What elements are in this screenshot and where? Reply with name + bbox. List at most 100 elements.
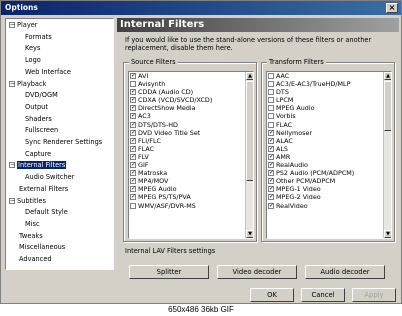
tree-item[interactable]: External Filters [19, 185, 68, 194]
filter-checkbox-item[interactable]: FLAC [267, 121, 391, 129]
tree-item[interactable]: − Playback [9, 80, 46, 89]
checkbox-checked-icon[interactable]: ✓ [268, 129, 274, 136]
tree-item[interactable]: Default Style [25, 208, 68, 217]
filter-checkbox-item[interactable]: ✓ MPEG PS/TS/PVA [129, 193, 253, 201]
checkbox-checked-icon[interactable]: ✓ [130, 121, 136, 128]
tree-item[interactable]: Keys [25, 44, 40, 53]
scroll-down-icon[interactable]: ▼ [384, 230, 391, 238]
checkbox-unchecked-icon[interactable] [130, 81, 136, 88]
filter-checkbox-item[interactable]: ✓ AMR [267, 153, 391, 161]
scroll-thumb[interactable] [384, 81, 391, 131]
collapse-icon[interactable]: − [9, 197, 15, 204]
filter-checkbox-item[interactable]: AAC [267, 72, 391, 80]
source-scrollbar[interactable]: ▲ ▼ [245, 72, 253, 238]
checkbox-unchecked-icon[interactable] [268, 81, 274, 88]
audio-decoder-button[interactable]: Audio decoder [305, 265, 385, 279]
checkbox-checked-icon[interactable]: ✓ [130, 73, 136, 79]
checkbox-unchecked-icon[interactable] [268, 105, 274, 112]
filter-checkbox-item[interactable]: ✓ GIF [129, 161, 253, 169]
filter-checkbox-item[interactable]: ✓ DirectShow Media [129, 104, 253, 112]
source-filters-list[interactable]: ✓ AVI Avisynth ✓ CDDA (Audio CD) ✓ CDXA (VCD/S… [128, 71, 254, 239]
filter-checkbox-item[interactable]: DTS [267, 88, 391, 96]
filter-checkbox-item[interactable]: ✓ Matroska [129, 169, 253, 177]
checkbox-checked-icon[interactable]: ✓ [268, 137, 274, 144]
tree-item[interactable]: Tweaks [19, 232, 43, 241]
collapse-icon[interactable]: − [9, 22, 15, 28]
checkbox-unchecked-icon[interactable] [130, 202, 136, 209]
checkbox-checked-icon[interactable]: ✓ [268, 153, 274, 160]
tree-item[interactable]: − Player [9, 21, 38, 30]
checkbox-unchecked-icon[interactable] [268, 121, 274, 128]
filter-checkbox-item[interactable]: Avisynth [129, 80, 253, 88]
filter-checkbox-item[interactable]: ✓ MP4/MOV [129, 177, 253, 185]
tree-item[interactable]: Shaders [25, 115, 52, 124]
checkbox-checked-icon[interactable]: ✓ [268, 145, 274, 152]
tree-item[interactable]: Web Interface [25, 68, 71, 77]
filter-checkbox-item[interactable]: ✓ RealAudio [267, 161, 391, 169]
filter-checkbox-item[interactable]: ✓ DVD Video Title Set [129, 129, 253, 137]
tree-item[interactable]: Misc [25, 220, 40, 229]
scroll-thumb[interactable] [246, 81, 253, 181]
filter-checkbox-item[interactable]: ✓ AVI [129, 72, 253, 80]
filter-checkbox-item[interactable]: ✓ ALAC [267, 137, 391, 145]
filter-checkbox-item[interactable]: LPCM [267, 96, 391, 104]
filter-checkbox-item[interactable]: ✓ MPEG-1 Video [267, 185, 391, 193]
checkbox-checked-icon[interactable]: ✓ [130, 89, 136, 96]
tree-item[interactable]: Logo [25, 56, 41, 65]
filter-checkbox-item[interactable]: ✓ RealVideo [267, 202, 391, 210]
transform-filters-list[interactable]: AAC AC3/E-AC3/TrueHD/MLP DTS LPCM MPEG Audio… [266, 71, 392, 239]
filter-checkbox-item[interactable]: ✓ CDDA (Audio CD) [129, 88, 253, 96]
checkbox-checked-icon[interactable]: ✓ [130, 153, 136, 160]
tree-item[interactable]: Capture [25, 150, 51, 159]
filter-checkbox-item[interactable]: ✓ FLI/FLC [129, 137, 253, 145]
checkbox-checked-icon[interactable]: ✓ [130, 105, 136, 112]
checkbox-checked-icon[interactable]: ✓ [130, 97, 136, 104]
collapse-icon[interactable]: − [9, 80, 15, 87]
tree-item[interactable]: Sync Renderer Settings [25, 138, 102, 147]
filter-checkbox-item[interactable]: MPEG Audio [267, 104, 391, 112]
filter-checkbox-item[interactable]: ✓ Other PCM/ADPCM [267, 177, 391, 185]
checkbox-checked-icon[interactable]: ✓ [268, 162, 274, 169]
filter-checkbox-item[interactable]: ✓ CDXA (VCD/SVCD/XCD) [129, 96, 253, 104]
options-tree[interactable]: − Player Formats Keys Logo Web Interface − Play… [5, 18, 114, 270]
scroll-up-icon[interactable]: ▲ [384, 72, 391, 80]
tree-item[interactable]: DVD/OGM [25, 91, 58, 100]
tree-item[interactable]: Output [25, 103, 48, 112]
checkbox-checked-icon[interactable]: ✓ [268, 178, 274, 185]
filter-checkbox-item[interactable]: WMV/ASF/DVR-MS [129, 202, 253, 210]
filter-checkbox-item[interactable]: ✓ ALS [267, 145, 391, 153]
checkbox-checked-icon[interactable]: ✓ [268, 170, 274, 177]
collapse-icon[interactable]: − [9, 162, 15, 169]
filter-checkbox-item[interactable]: ✓ Nellymoser [267, 129, 391, 137]
filter-checkbox-item[interactable]: ✓ DTS/DTS-HD [129, 121, 253, 129]
transform-scrollbar[interactable]: ▲ ▼ [383, 72, 391, 238]
checkbox-checked-icon[interactable]: ✓ [130, 137, 136, 144]
filter-checkbox-item[interactable]: ✓ FLV [129, 153, 253, 161]
checkbox-checked-icon[interactable]: ✓ [130, 113, 136, 120]
checkbox-checked-icon[interactable]: ✓ [130, 162, 136, 169]
filter-checkbox-item[interactable]: AC3/E-AC3/TrueHD/MLP [267, 80, 391, 88]
checkbox-unchecked-icon[interactable] [268, 113, 274, 120]
splitter-button[interactable]: Splitter [129, 265, 209, 279]
filter-checkbox-item[interactable]: ✓ MPEG Audio [129, 185, 253, 193]
tree-item[interactable]: Audio Switcher [25, 173, 74, 182]
checkbox-checked-icon[interactable]: ✓ [130, 170, 136, 177]
filter-checkbox-item[interactable]: ✓ PS2 Audio (PCM/ADPCM) [267, 169, 391, 177]
video-decoder-button[interactable]: Video decoder [217, 265, 297, 279]
checkbox-checked-icon[interactable]: ✓ [268, 194, 274, 201]
checkbox-unchecked-icon[interactable] [268, 89, 274, 96]
scroll-down-icon[interactable]: ▼ [246, 230, 253, 238]
filter-checkbox-item[interactable]: ✓ MPEG-2 Video [267, 193, 391, 201]
tree-item[interactable]: − Subtitles [9, 197, 46, 206]
apply-button[interactable]: Apply [352, 288, 396, 302]
checkbox-checked-icon[interactable]: ✓ [130, 145, 136, 152]
checkbox-checked-icon[interactable]: ✓ [268, 186, 274, 193]
filter-checkbox-item[interactable]: ✓ AC3 [129, 112, 253, 120]
tree-item[interactable]: − Internal Filters [9, 161, 67, 170]
filter-checkbox-item[interactable]: ✓ FLAC [129, 145, 253, 153]
tree-item[interactable]: Miscellaneous [19, 243, 65, 252]
checkbox-checked-icon[interactable]: ✓ [268, 202, 274, 209]
close-icon[interactable]: × [386, 3, 398, 13]
checkbox-checked-icon[interactable]: ✓ [130, 186, 136, 193]
cancel-button[interactable]: Cancel [301, 288, 345, 302]
